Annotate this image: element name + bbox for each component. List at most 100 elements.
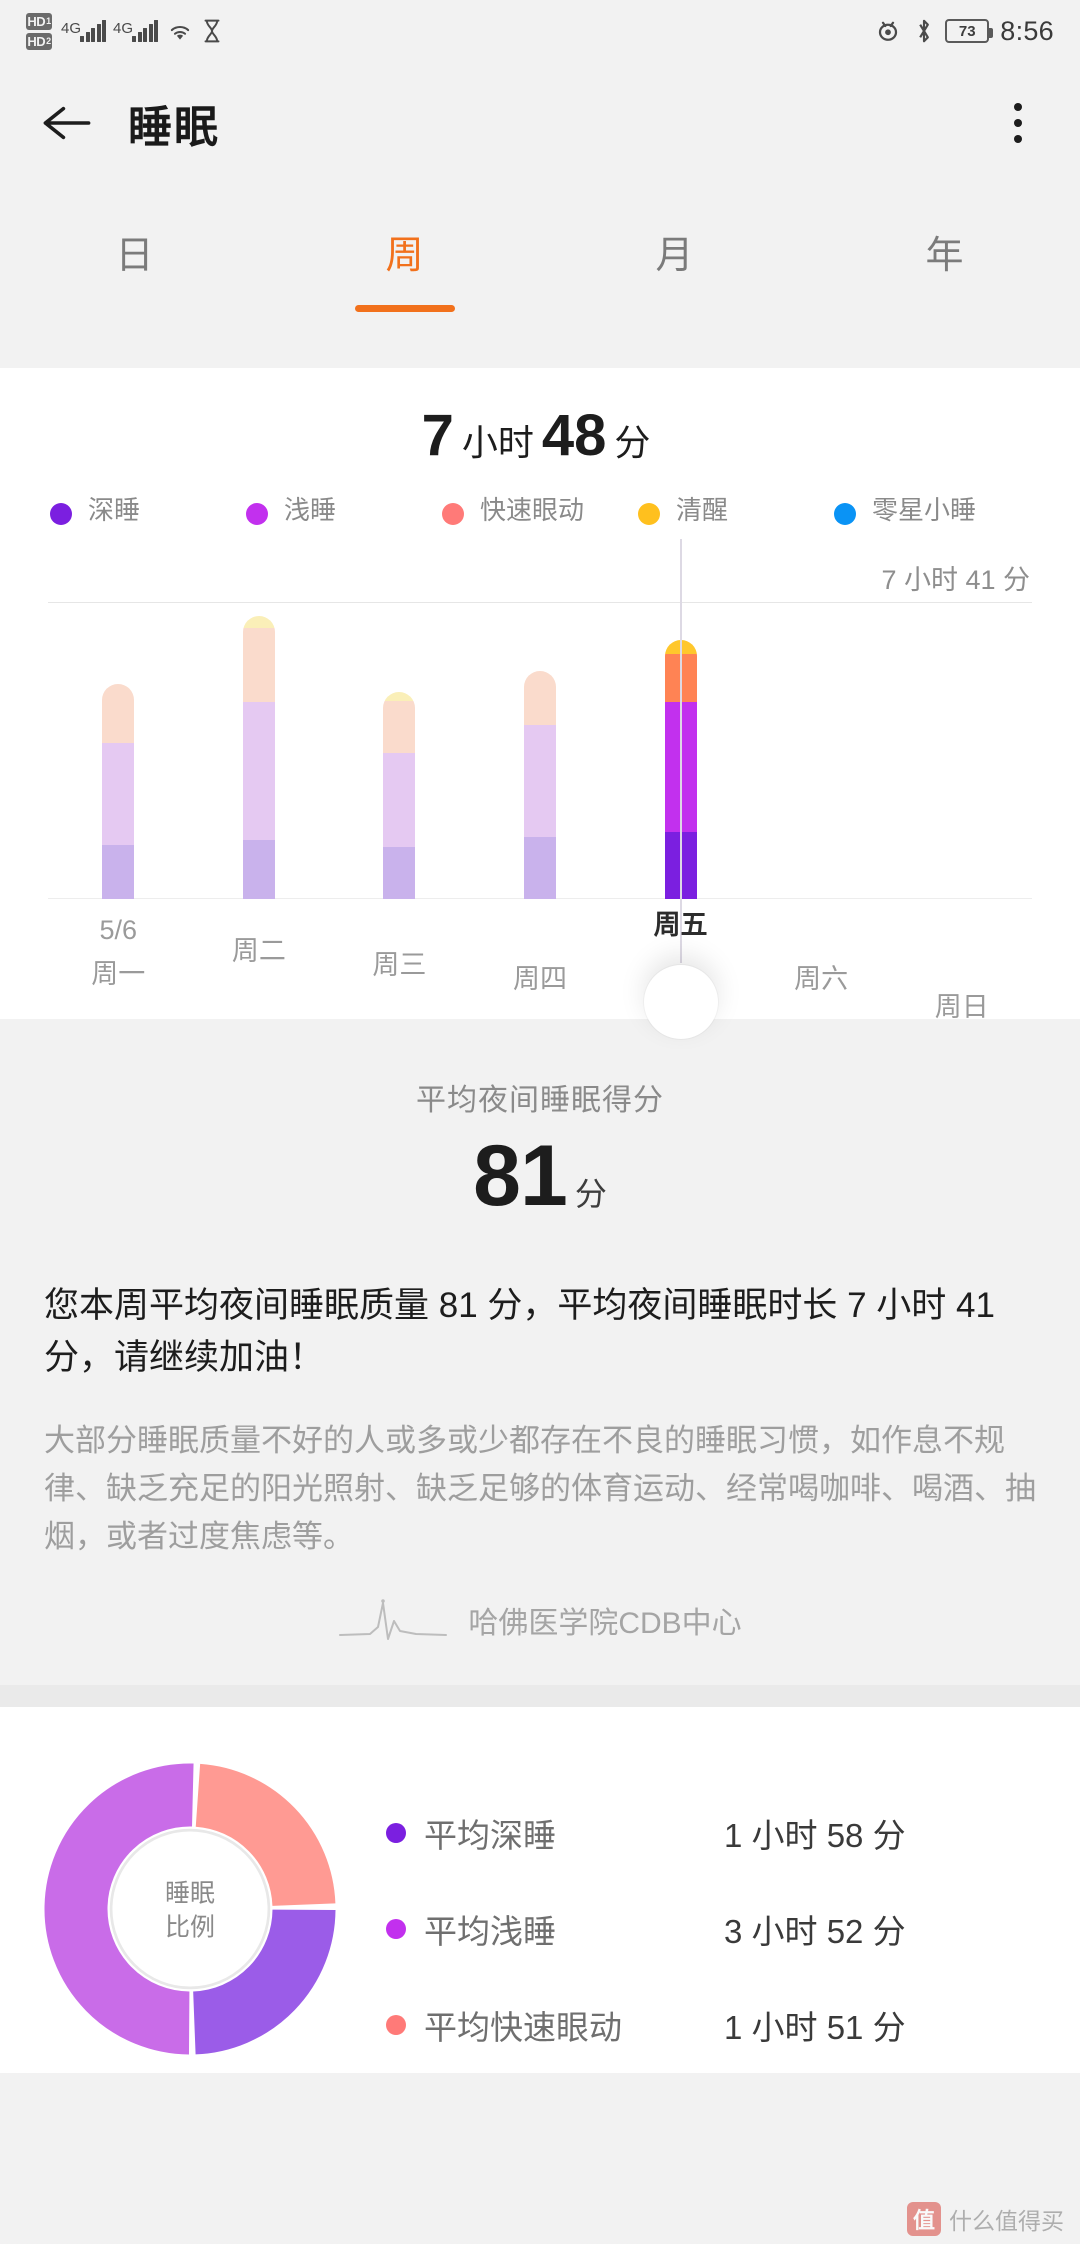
average-score-unit: 分	[574, 1175, 607, 1212]
tab-month-label: 月	[655, 235, 695, 277]
ratio-row-1: 平均浅睡 3 小时 52 分	[386, 1881, 1040, 1977]
bar-周三[interactable]	[329, 569, 470, 899]
sim2-signal-icon: 4G	[113, 20, 159, 42]
legend-dot-4	[834, 503, 856, 525]
bar-周日[interactable]	[891, 569, 1032, 899]
total-hours: 7	[421, 403, 454, 468]
legend-label-3: 清醒	[676, 495, 729, 525]
advice-source: 哈佛医学院CDB中心	[44, 1561, 1036, 1685]
period-tabs: 日 周 月 年	[0, 184, 1080, 368]
status-bar: HD 1 HD 2 4G 4G 73 8:56	[0, 0, 1080, 62]
ratio-dot-1	[386, 1918, 406, 1939]
total-minutes-unit: 分	[614, 422, 651, 463]
sleep-bar-chart[interactable]: 7 小时 41 分	[48, 538, 1032, 991]
legend-item-3: 清醒	[638, 495, 834, 527]
bar-stack-周三	[383, 692, 416, 899]
segment-深睡-周四	[524, 836, 557, 899]
legend-label-1: 浅睡	[284, 495, 337, 525]
ratio-row-0: 平均深睡 1 小时 58 分	[386, 1785, 1040, 1881]
tab-year-underline	[895, 305, 995, 312]
x-label-周五[interactable]: 周五	[601, 903, 761, 942]
segment-浅睡-周一	[102, 743, 135, 845]
advice-source-label: 哈佛医学院CDB中心	[468, 1606, 742, 1640]
wifi-icon	[170, 26, 190, 40]
legend-item-0: 深睡	[50, 495, 246, 527]
bluetooth-icon	[919, 19, 930, 43]
legend-dot-2	[442, 503, 464, 525]
overflow-menu-button[interactable]	[988, 88, 1048, 158]
legend-item-1: 浅睡	[246, 495, 442, 527]
sim1-network-label: 4G	[61, 20, 82, 37]
x-label-周二[interactable]: 周二	[179, 929, 339, 968]
bar-周六[interactable]	[751, 569, 892, 899]
sim2-bars-icon	[132, 20, 159, 42]
bar-周四[interactable]	[470, 569, 611, 899]
segment-浅睡-周四	[524, 724, 557, 837]
x-label-周一[interactable]: 5/6 周一	[38, 915, 198, 991]
average-score-value: 81 分	[0, 1127, 1080, 1226]
ratio-dot-2	[386, 2014, 406, 2035]
ratio-value-0: 1 小时 58 分	[724, 1816, 906, 1854]
tab-week[interactable]: 周	[270, 206, 540, 368]
x-label-周日[interactable]: 周日	[882, 985, 1042, 1024]
battery-icon: 73	[945, 19, 994, 43]
segment-清醒-周三	[383, 692, 416, 702]
ratio-value-1: 3 小时 52 分	[724, 1912, 906, 1950]
donut-center-label: 睡眠 比例	[165, 1878, 215, 1946]
segment-快速眼动-周三	[383, 701, 416, 753]
sim2-network-label: 4G	[113, 20, 134, 37]
hd1-label: HD	[27, 13, 46, 29]
sleep-chart-card: 7 小时 48 分 深睡 浅睡 快速眼动 清醒 零星小睡 7 小时 41 分 5/6 周一…	[0, 368, 1080, 1039]
hd-voice-icons: HD 1 HD 2	[26, 12, 52, 50]
ratio-dot-0	[386, 1822, 406, 1843]
tab-day[interactable]: 日	[0, 206, 270, 368]
advice-sub-text: 大部分睡眠质量不好的人或多或少都存在不良的睡眠习惯，如作息不规律、缺乏充足的阳光…	[44, 1422, 1036, 1554]
section-divider	[0, 1684, 1080, 1707]
legend-dot-1	[246, 503, 268, 525]
advice-block: 您本周平均夜间睡眠质量 81 分，平均夜间睡眠时长 7 小时 41 分，请继续加…	[0, 1251, 1080, 1685]
back-button[interactable]	[32, 88, 102, 158]
legend-dot-0	[50, 503, 72, 525]
segment-深睡-周三	[383, 847, 416, 899]
tab-year-label: 年	[925, 235, 965, 277]
bar-stack-周一	[102, 684, 135, 899]
segment-快速眼动-周二	[242, 628, 275, 703]
ratio-label-0: 平均深睡	[424, 1816, 556, 1854]
chart-x-axis: 5/6 周一 周二 周三 周四 周五 周六 周日	[48, 899, 1032, 1039]
x-label-text-周四: 周四	[513, 963, 567, 994]
sleep-ratio-card: 睡眠 比例 平均深睡 1 小时 58 分平均浅睡 3 小时 52 分平均快速眼动 1 …	[0, 1706, 1080, 2073]
legend-dot-3	[638, 503, 660, 525]
tab-month[interactable]: 月	[540, 206, 810, 368]
segment-快速眼动-周一	[102, 684, 135, 744]
watermark-text: 什么值得买	[949, 2208, 1064, 2234]
x-label-text-周三: 周三	[372, 949, 427, 980]
status-bar-left: HD 1 HD 2 4G 4G	[26, 12, 222, 50]
hd1-sub: 1	[46, 15, 51, 26]
eye-off-icon	[879, 21, 898, 41]
segment-浅睡-周二	[242, 702, 275, 841]
hd1-icon: HD 1	[26, 12, 52, 30]
ratio-label-1: 平均浅睡	[424, 1912, 556, 1950]
page-title: 睡眠	[128, 103, 220, 152]
average-score-block: 平均夜间睡眠得分 81 分	[0, 1018, 1080, 1252]
x-label-text-周二: 周二	[231, 935, 286, 966]
bar-周二[interactable]	[189, 569, 330, 899]
x-label-text-周日: 周日	[934, 991, 989, 1022]
donut-title-line2: 比例	[164, 1913, 216, 1942]
tab-year[interactable]: 年	[810, 206, 1080, 368]
bar-周一[interactable]	[48, 569, 189, 899]
chart-bars	[48, 538, 1032, 991]
hd2-sub: 2	[46, 35, 51, 46]
legend-item-2: 快速眼动	[442, 495, 638, 527]
tab-month-underline	[625, 305, 725, 312]
donut-title-line1: 睡眠	[164, 1879, 216, 1908]
total-minutes: 48	[541, 403, 607, 468]
sim1-signal-icon: 4G	[61, 20, 107, 42]
bar-周五[interactable]	[610, 538, 751, 991]
selector-knob[interactable]	[643, 964, 718, 1039]
x-label-周三[interactable]: 周三	[319, 943, 479, 982]
x-label-text-周一: 周一	[91, 958, 146, 989]
watermark: 值 什么值得买	[907, 2202, 1064, 2236]
bar-stack-周四	[524, 670, 557, 899]
hourglass-icon	[204, 19, 220, 43]
